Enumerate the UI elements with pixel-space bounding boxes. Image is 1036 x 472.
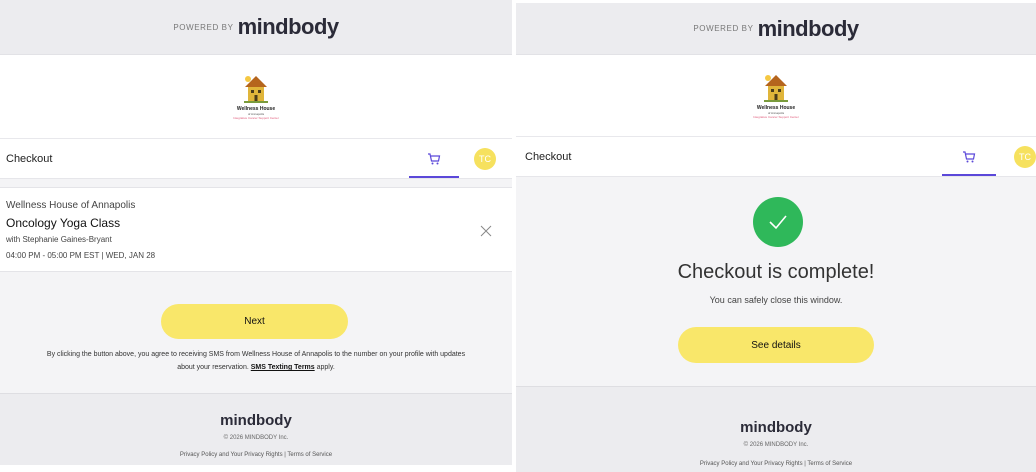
powered-by-bar: POWERED BY mindbody: [0, 0, 512, 55]
class-name: Oncology Yoga Class: [6, 216, 121, 230]
sms-consent-line2: about your reservation. SMS Texting Term…: [0, 361, 512, 374]
mindbody-logo: mindbody: [237, 14, 340, 39]
terms-link[interactable]: Terms of Service: [807, 461, 852, 467]
sms-consent-line1: By clicking the button above, you agree …: [46, 351, 466, 358]
footer-brand: mindbody: [220, 412, 292, 429]
footer-separator: |: [284, 452, 286, 458]
screenshot-stage: POWERED BY mindbody Wellness House of An…: [0, 0, 1036, 472]
studio-logo-tag: Integrative Cancer Support Center: [233, 116, 279, 120]
footer-brand: mindbody: [740, 419, 812, 436]
cart-button[interactable]: [409, 147, 459, 171]
house-logo-icon: [763, 75, 788, 102]
see-details-button[interactable]: See details: [678, 327, 874, 363]
sms-terms-link[interactable]: SMS Texting Terms: [251, 364, 315, 371]
house-logo-icon: [243, 76, 268, 103]
complete-subtitle: You can safely close this window.: [709, 295, 843, 305]
next-button[interactable]: Next: [161, 304, 348, 339]
sms-consent-post: apply.: [316, 364, 335, 371]
footer-copyright: © 2026 MINDBODY Inc.: [743, 442, 809, 448]
powered-by-label: POWERED BY: [693, 24, 754, 33]
checkout-nav: Checkout TC: [0, 139, 512, 179]
shopping-cart-icon: [428, 153, 441, 165]
page-title: Checkout: [6, 153, 53, 165]
checkout-complete-panel: POWERED BY mindbody Wellness House of An…: [516, 3, 1036, 472]
privacy-link[interactable]: Privacy Policy and Your Privacy Rights: [180, 452, 283, 458]
studio-logo: Wellness House of Annapolis Integrative …: [233, 73, 279, 120]
footer-separator: |: [804, 461, 806, 467]
footer-links: Privacy Policy and Your Privacy Rights |…: [516, 461, 1036, 467]
class-time: 04:00 PM - 05:00 PM EST | WED, JAN 28: [6, 251, 156, 260]
shopping-cart-icon: [963, 151, 976, 163]
studio-logo-tag: Integrative Cancer Support Center: [753, 115, 799, 119]
checkmark-icon: [769, 215, 787, 230]
cart-tab-indicator: [942, 174, 996, 176]
powered-by-bar: POWERED BY mindbody: [516, 3, 1036, 55]
sms-consent-pre: about your reservation.: [177, 364, 249, 371]
page-title: Checkout: [525, 151, 572, 163]
studio-logo: Wellness House of Annapolis Integrative …: [753, 72, 799, 119]
complete-title: Checkout is complete!: [677, 261, 875, 283]
studio-logo-bar: Wellness House of Annapolis Integrative …: [516, 55, 1036, 137]
privacy-link[interactable]: Privacy Policy and Your Privacy Rights: [700, 461, 803, 467]
booking-card: Wellness House of Annapolis Oncology Yog…: [0, 187, 512, 272]
sms-consent-text: By clicking the button above, you agree …: [0, 348, 512, 374]
checkout-nav: Checkout TC: [516, 137, 1036, 177]
footer: mindbody © 2026 MINDBODY Inc. Privacy Po…: [0, 393, 512, 465]
cart-button[interactable]: [942, 145, 996, 169]
studio-logo-bar: Wellness House of Annapolis Integrative …: [0, 55, 512, 139]
teacher-name: with Stephanie Gaines-Bryant: [6, 235, 112, 244]
footer: mindbody © 2026 MINDBODY Inc. Privacy Po…: [516, 386, 1036, 472]
powered-by-label: POWERED BY: [173, 22, 234, 32]
mindbody-logo: mindbody: [757, 15, 860, 41]
close-icon[interactable]: [480, 225, 492, 237]
studio-name: Wellness House of Annapolis: [6, 200, 136, 211]
checkout-panel: POWERED BY mindbody Wellness House of An…: [0, 0, 512, 465]
avatar[interactable]: TC: [1014, 146, 1036, 168]
terms-link[interactable]: Terms of Service: [287, 452, 332, 458]
success-badge: [753, 197, 803, 247]
footer-links: Privacy Policy and Your Privacy Rights |…: [0, 452, 512, 458]
cart-tab-indicator: [409, 176, 459, 178]
footer-copyright: © 2026 MINDBODY Inc.: [223, 435, 289, 441]
avatar[interactable]: TC: [474, 148, 496, 170]
